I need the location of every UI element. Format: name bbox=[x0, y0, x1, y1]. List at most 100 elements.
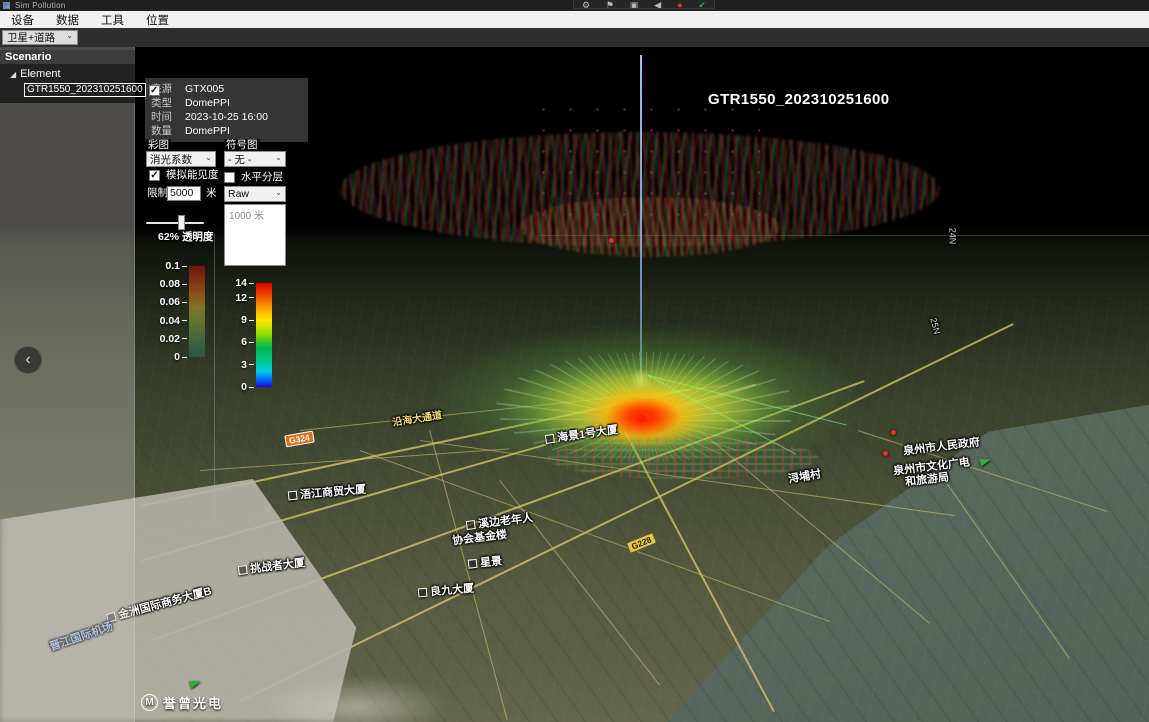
flag-icon[interactable]: ⚑ bbox=[606, 0, 614, 9]
horizontal-layer-label: 水平分层 bbox=[239, 171, 285, 184]
horizontal-layer-row: 水平分层 bbox=[224, 171, 285, 184]
brand-name: 誉曾光电 bbox=[163, 693, 223, 712]
opacity-slider[interactable] bbox=[146, 222, 204, 224]
colorbar-tick: 14 bbox=[235, 277, 254, 289]
info-row: 来源GTX005 bbox=[151, 82, 302, 96]
raw-dropdown[interactable]: Raw ⌄ bbox=[224, 186, 286, 202]
map-label-road: 沿海大通道 bbox=[392, 412, 442, 422]
sim-visibility-checkbox[interactable]: ✓ bbox=[149, 170, 160, 181]
colorbar-tick: 0.1 bbox=[165, 260, 187, 272]
colorbar-tick: 0.02 bbox=[160, 333, 187, 345]
map-label-text: 星景 bbox=[479, 552, 503, 570]
scan-info-panel: 来源GTX005类型 DomePPI 时间 2023-10-25 16:00 数量 Dom… bbox=[145, 78, 308, 142]
scenario-tree: ◢ Element GTR1550_202310251600 ✓ bbox=[0, 64, 135, 103]
limit-input[interactable]: 5000 bbox=[167, 186, 201, 201]
sim-visibility-label: 模拟能见度 bbox=[164, 169, 221, 182]
floating-toolbar: ⚙ ⚑ ▣ ◀ ● ✔ bbox=[573, 0, 715, 9]
info-label: 类型 bbox=[151, 96, 177, 110]
colorbar-tick: 6 bbox=[241, 336, 254, 348]
colorbar-tick: 0.04 bbox=[160, 315, 187, 327]
building-icon bbox=[288, 490, 298, 500]
colorbar-tick: 0 bbox=[241, 381, 254, 393]
info-value: 2023-10-25 16:00 bbox=[185, 110, 268, 124]
save-icon[interactable]: ▣ bbox=[630, 0, 639, 9]
brand-logo: M 誉曾光电 bbox=[141, 693, 223, 712]
info-value: GTX005 bbox=[185, 82, 224, 96]
menu-item-1[interactable]: 设备 bbox=[0, 12, 45, 28]
info-row: 类型 DomePPI bbox=[151, 96, 302, 110]
status-check-icon[interactable]: ✔ bbox=[698, 0, 706, 9]
map-type-value: 卫星+道路 bbox=[7, 30, 55, 45]
raw-value: Raw bbox=[228, 188, 249, 200]
colormap-value: 消光系数 bbox=[150, 152, 192, 167]
chevron-down-icon: ⌄ bbox=[275, 188, 282, 197]
colorbar-tick: 0 bbox=[174, 351, 187, 363]
info-label: 数量 bbox=[151, 124, 177, 138]
opacity-slider-handle[interactable] bbox=[178, 215, 185, 230]
symbol-dropdown[interactable]: - 无 - ⌄ bbox=[224, 151, 286, 167]
record-icon[interactable]: ● bbox=[677, 0, 682, 9]
menu-item-3[interactable]: 工具 bbox=[90, 12, 135, 28]
colorbar-extinction-gradient bbox=[189, 266, 205, 357]
info-value: DomePPI bbox=[185, 96, 230, 110]
symbol-value: - 无 - bbox=[228, 152, 251, 167]
layer-list-item[interactable]: 1000 米 bbox=[225, 205, 285, 224]
brand-logo-icon: M bbox=[141, 694, 158, 711]
app-icon bbox=[3, 2, 10, 9]
scenario-panel: Scenario ◢ Element GTR1550_202310251600 … bbox=[0, 50, 135, 103]
info-value: DomePPI bbox=[185, 124, 230, 138]
map-label-text: 24N bbox=[947, 228, 957, 245]
map-viewport[interactable]: GTR1550_202310251600 海景1号大厦泉州市人民政府泉州市文化广… bbox=[0, 47, 1149, 722]
speaker-icon[interactable]: ◀ bbox=[654, 0, 661, 9]
info-label: 时间 bbox=[151, 110, 177, 124]
map-label-text: G324 bbox=[288, 432, 310, 445]
horizontal-layer-checkbox[interactable] bbox=[224, 172, 235, 183]
colormap-dropdown[interactable]: 消光系数 ⌄ bbox=[146, 151, 216, 167]
map-scan-title: GTR1550_202310251600 bbox=[708, 91, 889, 108]
colorbar-extinction: 0.10.080.060.040.020 bbox=[189, 266, 205, 357]
element-visibility-checkbox[interactable]: ✓ bbox=[149, 85, 160, 96]
layer-listbox[interactable]: 1000 米 bbox=[224, 204, 286, 266]
radar-site-dot bbox=[637, 414, 646, 423]
tree-item-scan[interactable]: GTR1550_202310251600 ✓ bbox=[24, 83, 133, 97]
tree-item-label: GTR1550_202310251600 bbox=[24, 83, 146, 97]
chevron-down-icon: ⌄ bbox=[205, 153, 212, 162]
colorbar-tick: 12 bbox=[235, 292, 254, 304]
building-icon bbox=[545, 433, 555, 443]
sidebar-collapse-button[interactable]: ‹ bbox=[14, 346, 42, 374]
gear-icon[interactable]: ⚙ bbox=[582, 0, 590, 9]
map-toolbar: 卫星+道路 ⌄ bbox=[0, 28, 1149, 47]
colorbar-tick: 3 bbox=[241, 359, 254, 371]
limit-unit: 米 bbox=[204, 187, 219, 200]
tree-expand-icon[interactable]: ◢ bbox=[10, 70, 16, 79]
building-icon bbox=[238, 565, 248, 575]
colorbar-symbol: 14129630 bbox=[256, 283, 272, 387]
opacity-label: 62% 透明度 bbox=[158, 229, 213, 244]
sim-visibility-row: ✓ 模拟能见度 bbox=[149, 169, 221, 182]
tree-node-label: Element bbox=[20, 68, 60, 80]
poi-red-dot bbox=[609, 238, 614, 243]
menu-item-4[interactable]: 位置 bbox=[135, 12, 180, 28]
menu-item-2[interactable]: 数据 bbox=[45, 12, 90, 28]
sidebar-panel bbox=[0, 47, 135, 722]
app-window: GTR1550_202310251600 海景1号大厦泉州市人民政府泉州市文化广… bbox=[0, 0, 1149, 722]
aerosol-ring-dense bbox=[520, 197, 780, 257]
cloud-haze-small bbox=[260, 677, 450, 722]
building-icon bbox=[418, 587, 428, 597]
building-icon bbox=[468, 558, 478, 568]
poi-red-dot bbox=[883, 451, 888, 456]
building-icon bbox=[466, 520, 476, 530]
info-row: 数量 DomePPI bbox=[151, 124, 302, 138]
info-row: 时间 2023-10-25 16:00 bbox=[151, 110, 302, 124]
colorbar-tick: 0.08 bbox=[160, 278, 187, 290]
opacity-percent: 62% bbox=[158, 231, 179, 243]
tree-node-element[interactable]: ◢ Element bbox=[0, 67, 135, 82]
graticule-label: 24N bbox=[947, 228, 957, 245]
chevron-down-icon: ⌄ bbox=[66, 31, 73, 40]
poi-red-dot bbox=[891, 430, 896, 435]
menu-bar: 设备数据工具位置 bbox=[0, 11, 1149, 28]
map-type-select[interactable]: 卫星+道路 ⌄ bbox=[2, 30, 78, 45]
graticule-line bbox=[214, 235, 215, 525]
scenario-header: Scenario bbox=[0, 50, 135, 64]
opacity-text: 透明度 bbox=[182, 231, 214, 243]
